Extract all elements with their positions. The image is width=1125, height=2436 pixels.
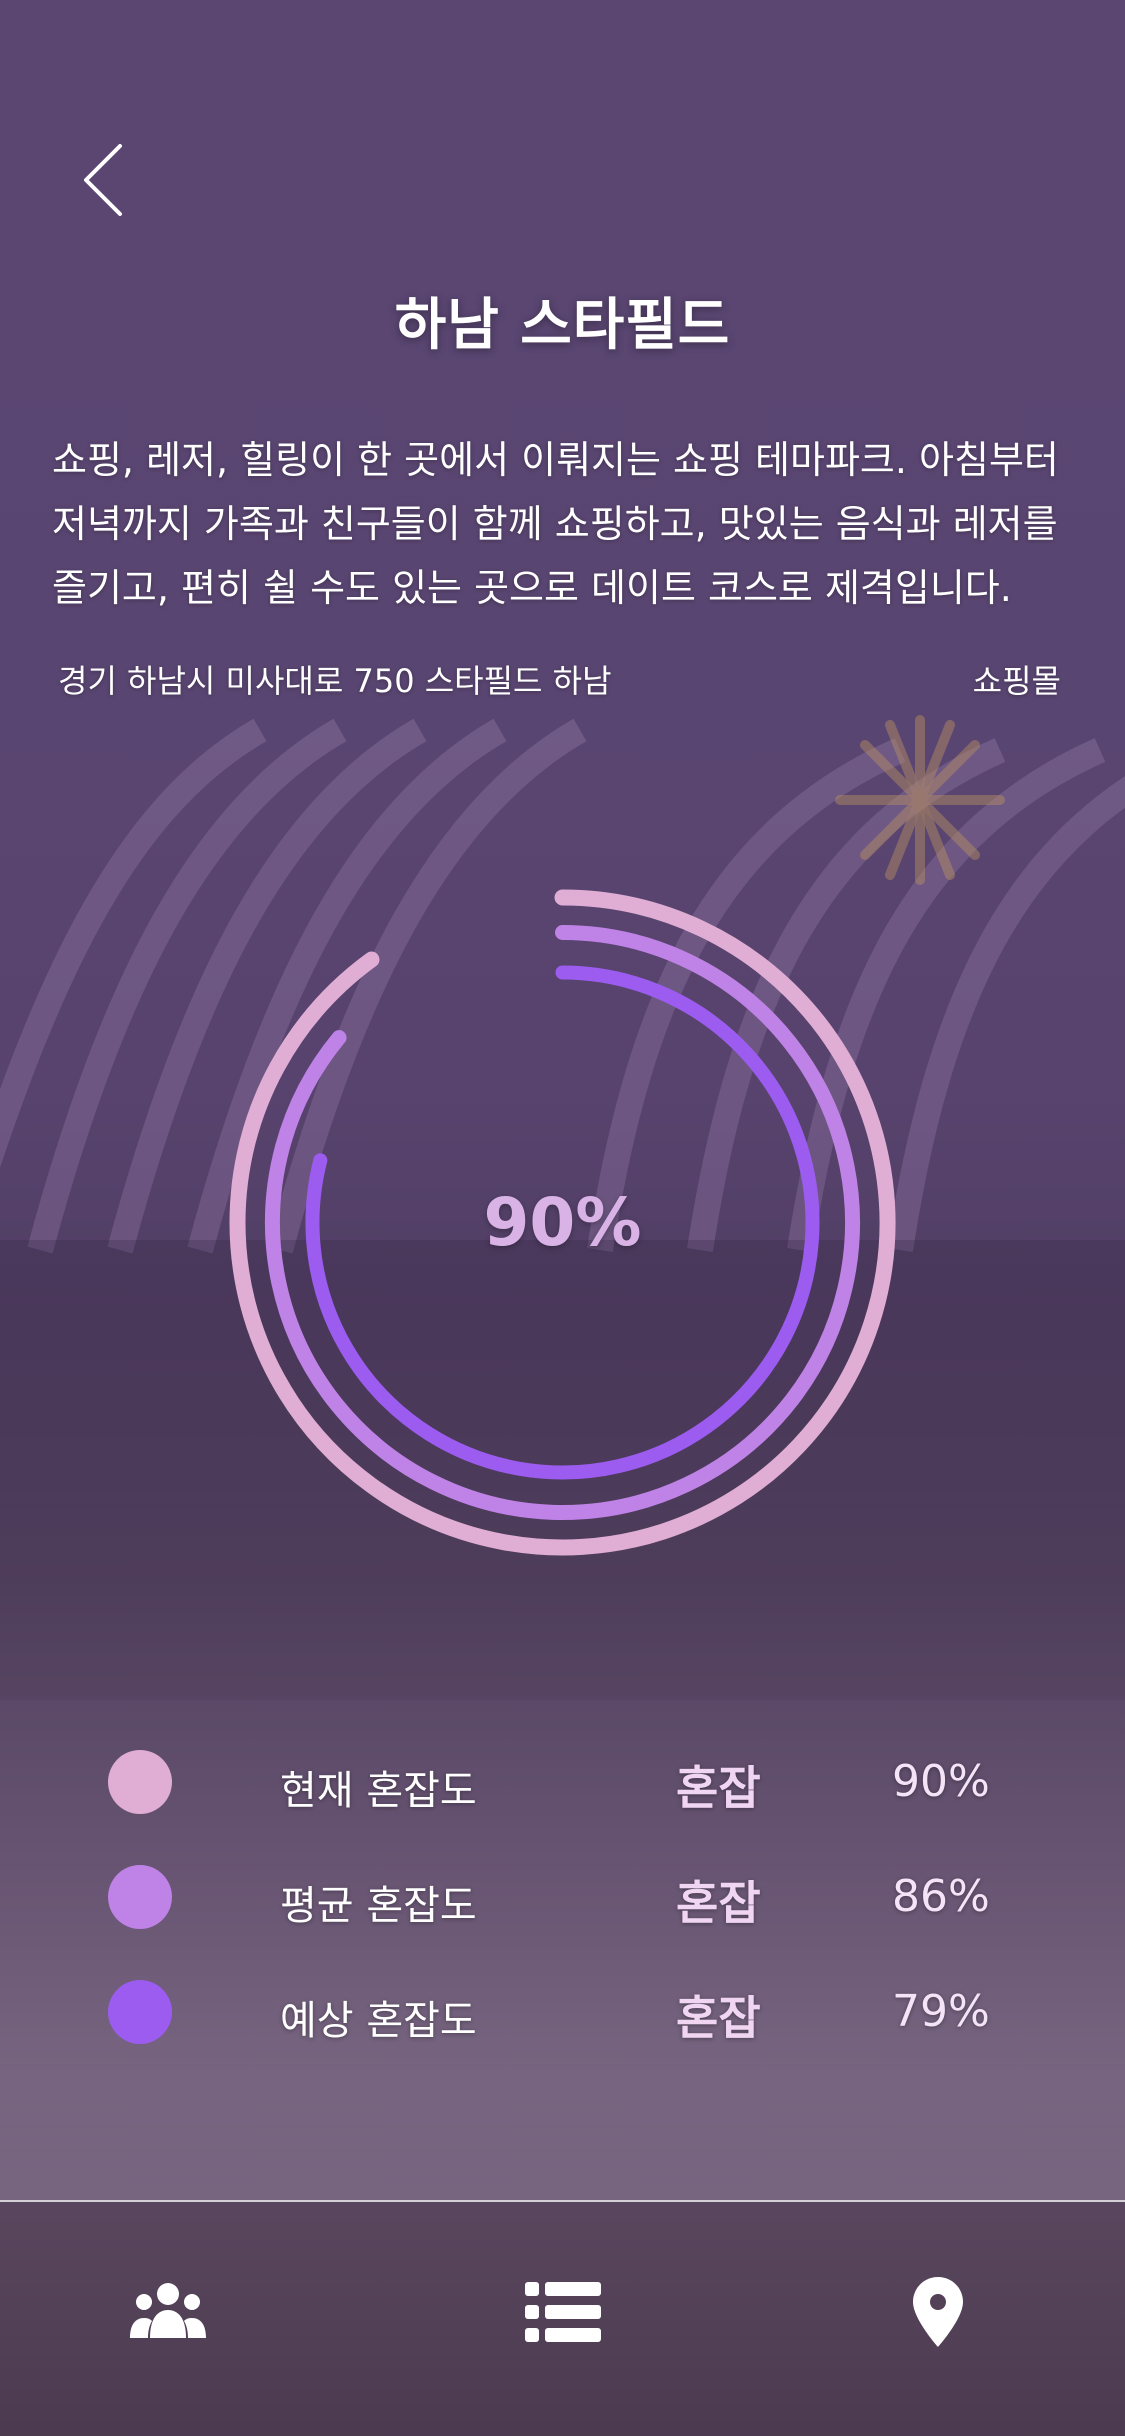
legend-label: 예상 혼잡도	[280, 1998, 477, 2044]
list-icon	[525, 2282, 601, 2342]
place-address: 경기 하남시 미사대로 750 스타필드 하남	[58, 662, 612, 700]
legend-status: 혼잡	[676, 1991, 761, 2045]
nav-location-button[interactable]	[878, 2252, 998, 2372]
congestion-legend: 현재 혼잡도 혼잡 90% 평균 혼잡도 혼잡 86% 예상 혼잡도 혼잡 79…	[0, 1720, 1125, 2065]
legend-row-current: 현재 혼잡도 혼잡 90%	[0, 1720, 1125, 1835]
place-category: 쇼핑몰	[972, 662, 1061, 700]
legend-percent: 90%	[892, 1756, 990, 1807]
nav-list-button[interactable]	[503, 2252, 623, 2372]
legend-dot-current	[108, 1750, 172, 1814]
back-button[interactable]	[72, 140, 132, 220]
legend-percent: 86%	[892, 1871, 990, 1922]
page-title: 하남 스타필드	[394, 293, 731, 358]
legend-status: 혼잡	[676, 1761, 761, 1815]
legend-label: 현재 혼잡도	[280, 1768, 477, 1814]
chevron-left-icon	[84, 144, 122, 216]
legend-status: 혼잡	[676, 1876, 761, 1930]
nav-people-button[interactable]	[108, 2252, 228, 2372]
location-pin-icon	[913, 2277, 963, 2347]
congestion-chart: 90%	[200, 860, 925, 1585]
legend-percent: 79%	[892, 1986, 990, 2037]
legend-dot-average	[108, 1865, 172, 1929]
center-value: 90%	[483, 1184, 642, 1261]
place-description: 쇼핑, 레저, 힐링이 한 곳에서 이뤄지는 쇼핑 테마파크. 아침부터 저녁까…	[52, 438, 1059, 610]
legend-row-average: 평균 혼잡도 혼잡 86%	[0, 1835, 1125, 1950]
legend-label: 평균 혼잡도	[280, 1883, 477, 1929]
legend-dot-forecast	[108, 1980, 172, 2044]
people-icon	[130, 2283, 206, 2338]
bottom-navigation	[0, 2200, 1125, 2436]
legend-row-forecast: 예상 혼잡도 혼잡 79%	[0, 1950, 1125, 2065]
